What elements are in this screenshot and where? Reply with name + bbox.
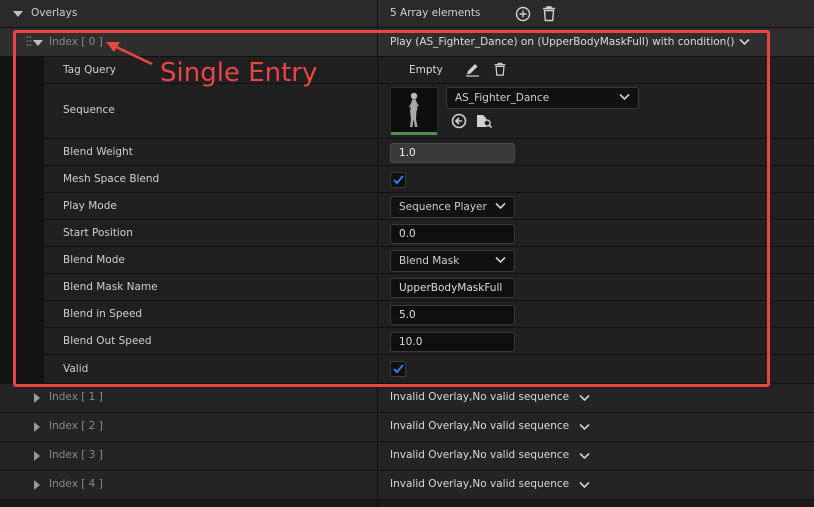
clear-trash-icon[interactable] xyxy=(493,61,507,77)
index-4-summary: Invalid Overlay,No valid sequence xyxy=(390,478,570,490)
expand-arrow-icon[interactable] xyxy=(34,451,40,461)
browse-asset-icon[interactable] xyxy=(475,113,493,129)
start-position-row: Start Position 0.0 xyxy=(44,220,814,247)
annotation-label: Single Entry xyxy=(160,58,318,88)
chevron-down-icon xyxy=(495,256,506,264)
tree-gutter xyxy=(0,57,44,384)
trash-icon[interactable] xyxy=(541,5,557,22)
mesh-space-blend-checkbox[interactable] xyxy=(390,172,406,188)
index-3-summary: Invalid Overlay,No valid sequence xyxy=(390,449,570,461)
blend-mode-row: Blend Mode Blend Mask xyxy=(44,247,814,274)
expand-arrow-icon[interactable] xyxy=(34,422,40,432)
index-1-row[interactable]: Index [ 1 ] Invalid Overlay,No valid seq… xyxy=(0,384,814,413)
blend-mask-name-row: Blend Mask Name UpperBodyMaskFull xyxy=(44,274,814,301)
blend-weight-row: Blend Weight 1.0 xyxy=(44,139,814,166)
blend-mask-name-label: Blend Mask Name xyxy=(63,281,158,293)
index-2-label: Index [ 2 ] xyxy=(49,420,103,432)
mesh-space-blend-row: Mesh Space Blend xyxy=(44,166,814,193)
chevron-down-icon xyxy=(619,93,630,101)
overlays-label: Overlays xyxy=(31,7,78,19)
edit-icon[interactable] xyxy=(465,62,480,77)
checkmark-icon xyxy=(393,175,404,185)
expand-arrow-icon[interactable] xyxy=(34,480,40,490)
sequence-dropdown[interactable]: AS_Fighter_Dance xyxy=(446,87,639,109)
start-position-value: 0.0 xyxy=(399,228,416,240)
blend-weight-label: Blend Weight xyxy=(63,146,133,158)
chevron-down-icon xyxy=(495,202,506,210)
add-element-icon[interactable] xyxy=(515,6,531,22)
blend-mode-label: Blend Mode xyxy=(63,254,125,266)
mesh-space-blend-label: Mesh Space Blend xyxy=(63,173,160,185)
use-selected-asset-icon[interactable] xyxy=(451,113,467,129)
index-1-label: Index [ 1 ] xyxy=(49,391,103,403)
blend-in-speed-input[interactable]: 5.0 xyxy=(390,305,515,325)
chevron-down-icon[interactable] xyxy=(739,38,750,46)
chevron-down-icon[interactable] xyxy=(579,452,590,460)
index-4-row[interactable]: Index [ 4 ] Invalid Overlay,No valid seq… xyxy=(0,471,814,500)
sequence-value: AS_Fighter_Dance xyxy=(455,92,550,104)
blend-in-speed-row: Blend in Speed 5.0 xyxy=(44,301,814,328)
index-3-label: Index [ 3 ] xyxy=(49,449,103,461)
blend-out-speed-row: Blend Out Speed 10.0 xyxy=(44,328,814,355)
index-2-summary: Invalid Overlay,No valid sequence xyxy=(390,420,570,432)
blend-mask-name-input[interactable]: UpperBodyMaskFull xyxy=(390,278,515,298)
blend-in-speed-label: Blend in Speed xyxy=(63,308,143,320)
drag-handle-icon[interactable] xyxy=(26,35,32,49)
chevron-down-icon[interactable] xyxy=(579,481,590,489)
column-splitter[interactable] xyxy=(377,0,378,507)
array-count-text: 5 Array elements xyxy=(390,7,481,19)
chevron-down-icon[interactable] xyxy=(579,423,590,431)
index-0-label: Index [ 0 ] xyxy=(49,36,103,48)
character-figure-icon xyxy=(409,92,419,127)
collapse-arrow-icon[interactable] xyxy=(13,11,23,17)
sequence-label: Sequence xyxy=(63,104,115,116)
play-mode-row: Play Mode Sequence Player xyxy=(44,193,814,220)
blend-out-speed-label: Blend Out Speed xyxy=(63,335,152,347)
blend-weight-value: 1.0 xyxy=(399,147,416,159)
play-mode-value: Sequence Player xyxy=(399,201,487,213)
blend-weight-slider[interactable]: 1.0 xyxy=(390,143,515,163)
start-position-label: Start Position xyxy=(63,227,133,239)
valid-checkbox[interactable] xyxy=(390,361,406,377)
tag-query-value[interactable]: Empty xyxy=(409,64,443,76)
index-2-row[interactable]: Index [ 2 ] Invalid Overlay,No valid seq… xyxy=(0,413,814,442)
checkmark-icon xyxy=(393,364,404,374)
index-0-summary: Play (AS_Fighter_Dance) on (UpperBodyMas… xyxy=(390,36,735,48)
expand-arrow-icon[interactable] xyxy=(33,40,43,46)
index-4-label: Index [ 4 ] xyxy=(49,478,103,490)
index-1-summary: Invalid Overlay,No valid sequence xyxy=(390,391,570,403)
blend-out-speed-input[interactable]: 10.0 xyxy=(390,332,515,352)
valid-row: Valid xyxy=(44,355,814,384)
overlays-header-row: Overlays 5 Array elements xyxy=(0,0,814,28)
blend-in-speed-value: 5.0 xyxy=(399,309,416,321)
thumbnail-underline xyxy=(391,132,437,135)
start-position-input[interactable]: 0.0 xyxy=(390,224,515,244)
sequence-row: Sequence AS_Fighter_Dance xyxy=(44,84,814,139)
play-mode-label: Play Mode xyxy=(63,200,117,212)
play-mode-dropdown[interactable]: Sequence Player xyxy=(390,196,515,218)
chevron-down-icon[interactable] xyxy=(579,394,590,402)
blend-mode-dropdown[interactable]: Blend Mask xyxy=(390,250,515,272)
blend-mask-name-value: UpperBodyMaskFull xyxy=(399,282,503,294)
sequence-thumbnail[interactable] xyxy=(390,87,438,135)
blend-out-speed-value: 10.0 xyxy=(399,336,423,348)
index-3-row[interactable]: Index [ 3 ] Invalid Overlay,No valid seq… xyxy=(0,442,814,471)
annotation-arrow-icon xyxy=(106,42,153,66)
blend-mode-value: Blend Mask xyxy=(399,255,460,267)
expand-arrow-icon[interactable] xyxy=(34,393,40,403)
valid-label: Valid xyxy=(63,363,89,375)
